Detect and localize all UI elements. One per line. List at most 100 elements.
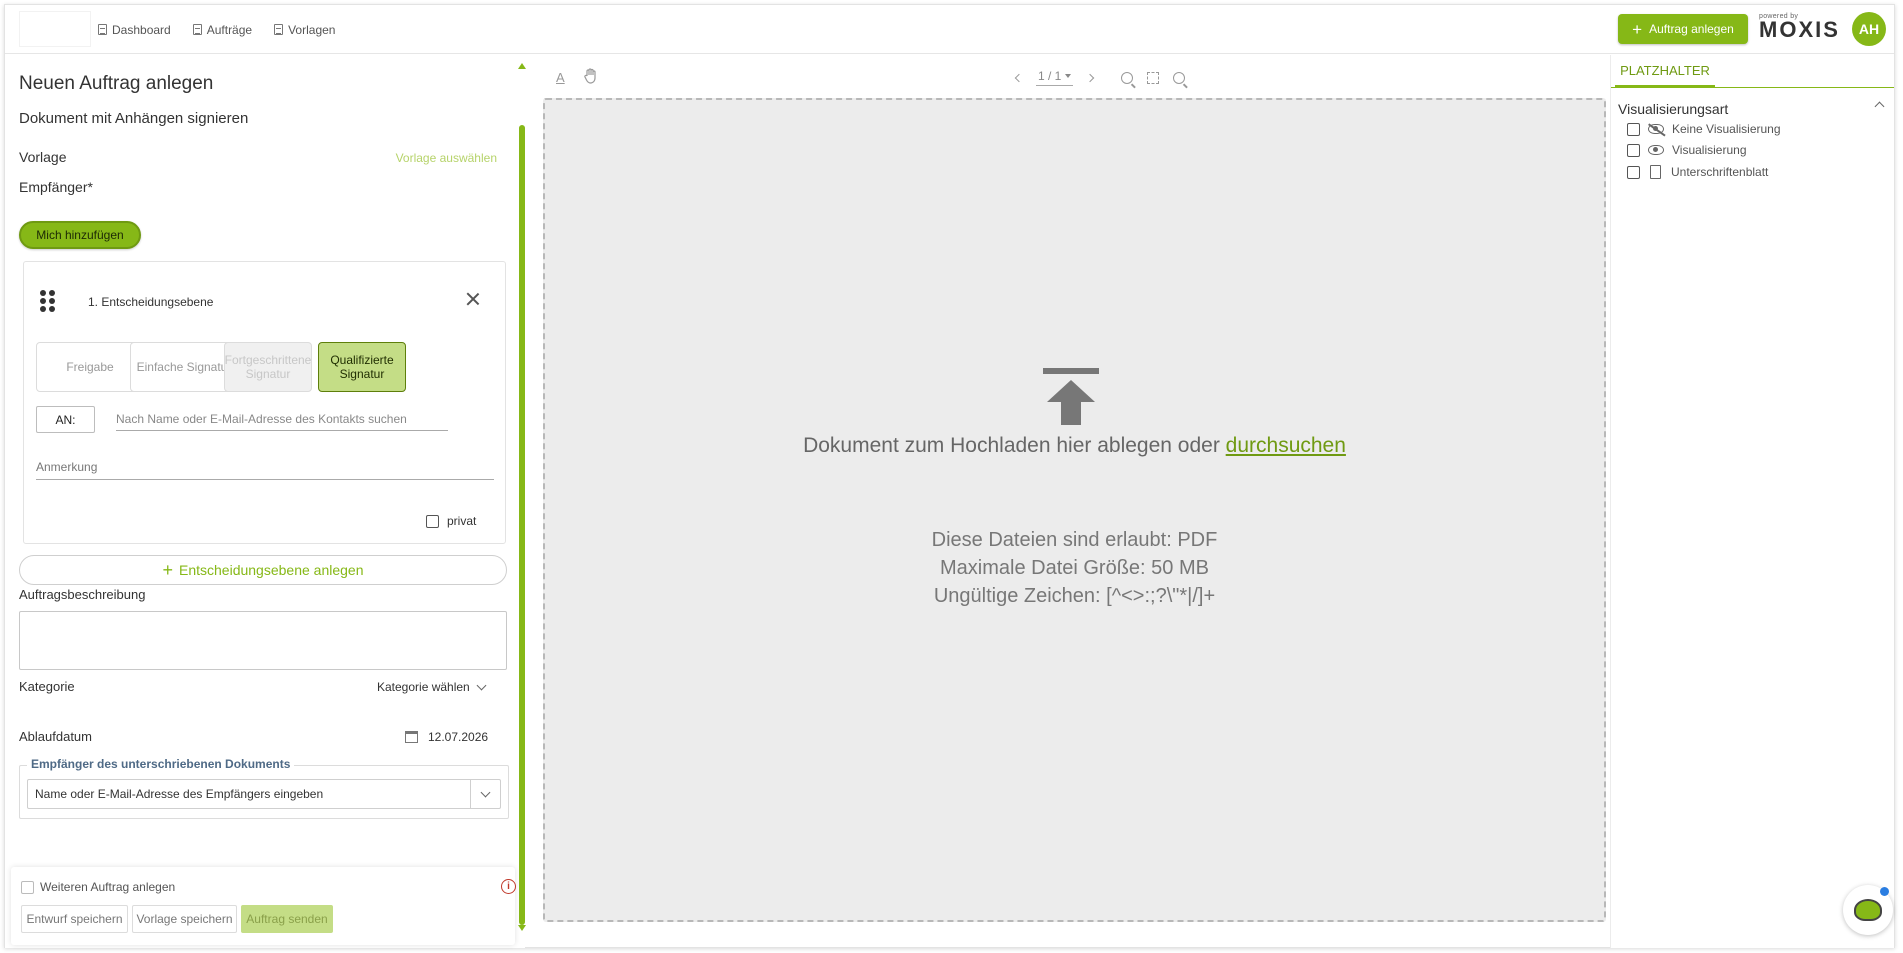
allowed-file-types: Diese Dateien sind erlaubt: PDF [931,529,1218,551]
placeholder-panel: PLATZHALTER Visualisierungsart Keine Vis… [1610,55,1894,948]
close-icon[interactable] [464,290,482,308]
signed-recipients-placeholder: Name oder E-Mail-Adresse des Empfängers … [35,787,324,801]
expiry-date-picker[interactable]: 12.07.2026 [405,730,488,744]
brand-name: MOXIS [1759,17,1840,42]
order-form-panel: Neuen Auftrag anlegen Dokument mit Anhän… [5,55,526,948]
description-label: Auftragsbeschreibung [19,587,146,602]
new-order-button[interactable]: + Auftrag anlegen [1618,14,1748,44]
eye-icon [1648,145,1664,155]
document-viewer: A 1 / 1 Dokument zum Hochladen hier able… [537,55,1609,948]
option-visualization[interactable]: Visualisierung [1627,143,1747,157]
upload-constraints: Diese Dateien sind erlaubt: PDF Maximale… [545,526,1604,610]
zoom-out-icon[interactable] [1121,71,1134,84]
fit-page-icon[interactable] [1147,71,1160,84]
upload-drop-zone[interactable]: Dokument zum Hochladen hier ablegen oder… [543,98,1606,922]
calendar-icon[interactable] [405,731,418,743]
scroll-thumb[interactable] [519,125,525,925]
expiry-date-value: 12.07.2026 [428,730,489,744]
checkbox[interactable] [1627,122,1640,136]
category-select[interactable]: Kategorie wählen [377,680,487,694]
checkbox[interactable] [1627,143,1640,157]
invalid-characters: Ungültige Zeichen: [^<>:;?\"*|/]+ [933,585,1216,607]
file-icon [1650,165,1661,179]
checkbox[interactable] [1627,165,1640,179]
nav-templates[interactable]: Vorlagen [274,23,335,37]
page-navigation: 1 / 1 [1014,69,1186,86]
more-order-checkbox[interactable]: Weiteren Auftrag anlegen [21,880,175,894]
more-order-label: Weiteren Auftrag anlegen [40,880,176,894]
brand-logo: powered by MOXIS [1759,13,1840,45]
nav-dashboard-label: Dashboard [112,22,171,37]
document-icon [98,24,107,35]
add-decision-level-button[interactable]: + Entscheidungsebene anlegen [19,555,507,585]
dropdown-toggle[interactable] [470,780,500,808]
option-simple-signature[interactable]: Einfache Signatur [130,342,238,392]
chevron-up-icon[interactable] [1874,101,1885,112]
chevron-down-icon [476,680,487,690]
page-select[interactable]: 1 / 1 [1036,69,1074,86]
private-checkbox[interactable]: privat [426,514,476,528]
drag-handle-icon[interactable] [40,290,56,314]
company-logo[interactable] [19,11,91,47]
info-icon[interactable]: i [501,879,516,894]
category-value: Kategorie wählen [377,680,470,694]
next-page-icon[interactable] [1086,73,1095,82]
max-file-size: Maximale Datei Größe: 50 MB [940,557,1209,579]
private-label: privat [447,514,477,528]
decision-level-title: 1. Entscheidungsebene [88,295,214,309]
option-signature-sheet[interactable]: Unterschriftenblatt [1627,165,1768,179]
mascot-icon [1854,899,1882,921]
option-qualified-signature[interactable]: Qualifizierte Signatur [318,342,406,392]
panel-tabs: PLATZHALTER [1611,55,1894,88]
document-icon [274,24,284,35]
document-icon [192,24,202,35]
option-visualization-label: Visualisierung [1672,143,1747,157]
option-approval[interactable]: Freigabe [36,342,144,392]
text-tool-icon[interactable]: A [556,70,565,85]
save-draft-button[interactable]: Entwurf speichern [21,905,128,933]
category-label: Kategorie [19,679,75,694]
previous-page-icon[interactable] [1014,73,1024,82]
scrollbar[interactable] [518,63,526,931]
checkbox[interactable] [426,514,439,528]
drop-text: Dokument zum Hochladen hier ablegen oder [803,434,1220,457]
save-template-button[interactable]: Vorlage speichern [132,905,237,933]
browse-link[interactable]: durchsuchen [1226,434,1346,457]
main-nav: Dashboard Aufträge Vorlagen [98,5,335,54]
option-signature-sheet-label: Unterschriftenblatt [1671,165,1769,179]
assistant-chat-button[interactable] [1843,885,1893,935]
chevron-down-icon [480,787,491,797]
template-label: Vorlage [19,149,67,165]
tab-placeholder[interactable]: PLATZHALTER [1615,55,1715,88]
page-title: Neuen Auftrag anlegen [19,73,214,94]
visualization-type-title: Visualisierungsart [1618,101,1729,117]
option-no-visualization[interactable]: Keine Visualisierung [1627,122,1781,136]
form-actions-bar: Weiteren Auftrag anlegen i Entwurf speic… [11,867,516,945]
zoom-controls [1121,71,1186,84]
expiry-label: Ablaufdatum [19,729,92,744]
signed-recipients-select[interactable]: Name oder E-Mail-Adresse des Empfängers … [27,779,501,809]
drop-instructions: Dokument zum Hochladen hier ablegen oder… [545,434,1604,458]
description-textarea[interactable] [19,611,507,670]
avatar[interactable]: AH [1852,12,1886,46]
nav-dashboard[interactable]: Dashboard [98,23,171,37]
hand-icon[interactable] [584,68,598,84]
plus-icon: + [162,560,173,580]
option-advanced-signature: Fortgeschrittene Signatur [224,342,312,392]
scroll-up-icon[interactable] [518,63,526,69]
send-order-button[interactable]: Auftrag senden [241,905,333,933]
note-input[interactable] [36,454,494,480]
contact-search-input[interactable] [116,407,448,431]
add-decision-level-label: Entscheidungsebene anlegen [179,562,364,578]
page-subtitle: Dokument mit Anhängen signieren [19,110,249,127]
nav-orders[interactable]: Aufträge [192,22,253,37]
signed-recipients-legend: Empfänger des unterschriebenen Dokuments [27,757,295,771]
to-label: AN: [36,406,95,433]
nav-orders-label: Aufträge [206,22,253,37]
scroll-down-icon[interactable] [518,925,526,931]
new-order-label: Auftrag anlegen [1649,22,1734,36]
checkbox[interactable] [21,880,34,894]
add-me-button[interactable]: Mich hinzufügen [19,221,141,249]
select-template-link[interactable]: Vorlage auswählen [396,151,497,165]
zoom-in-icon[interactable] [1173,71,1186,84]
